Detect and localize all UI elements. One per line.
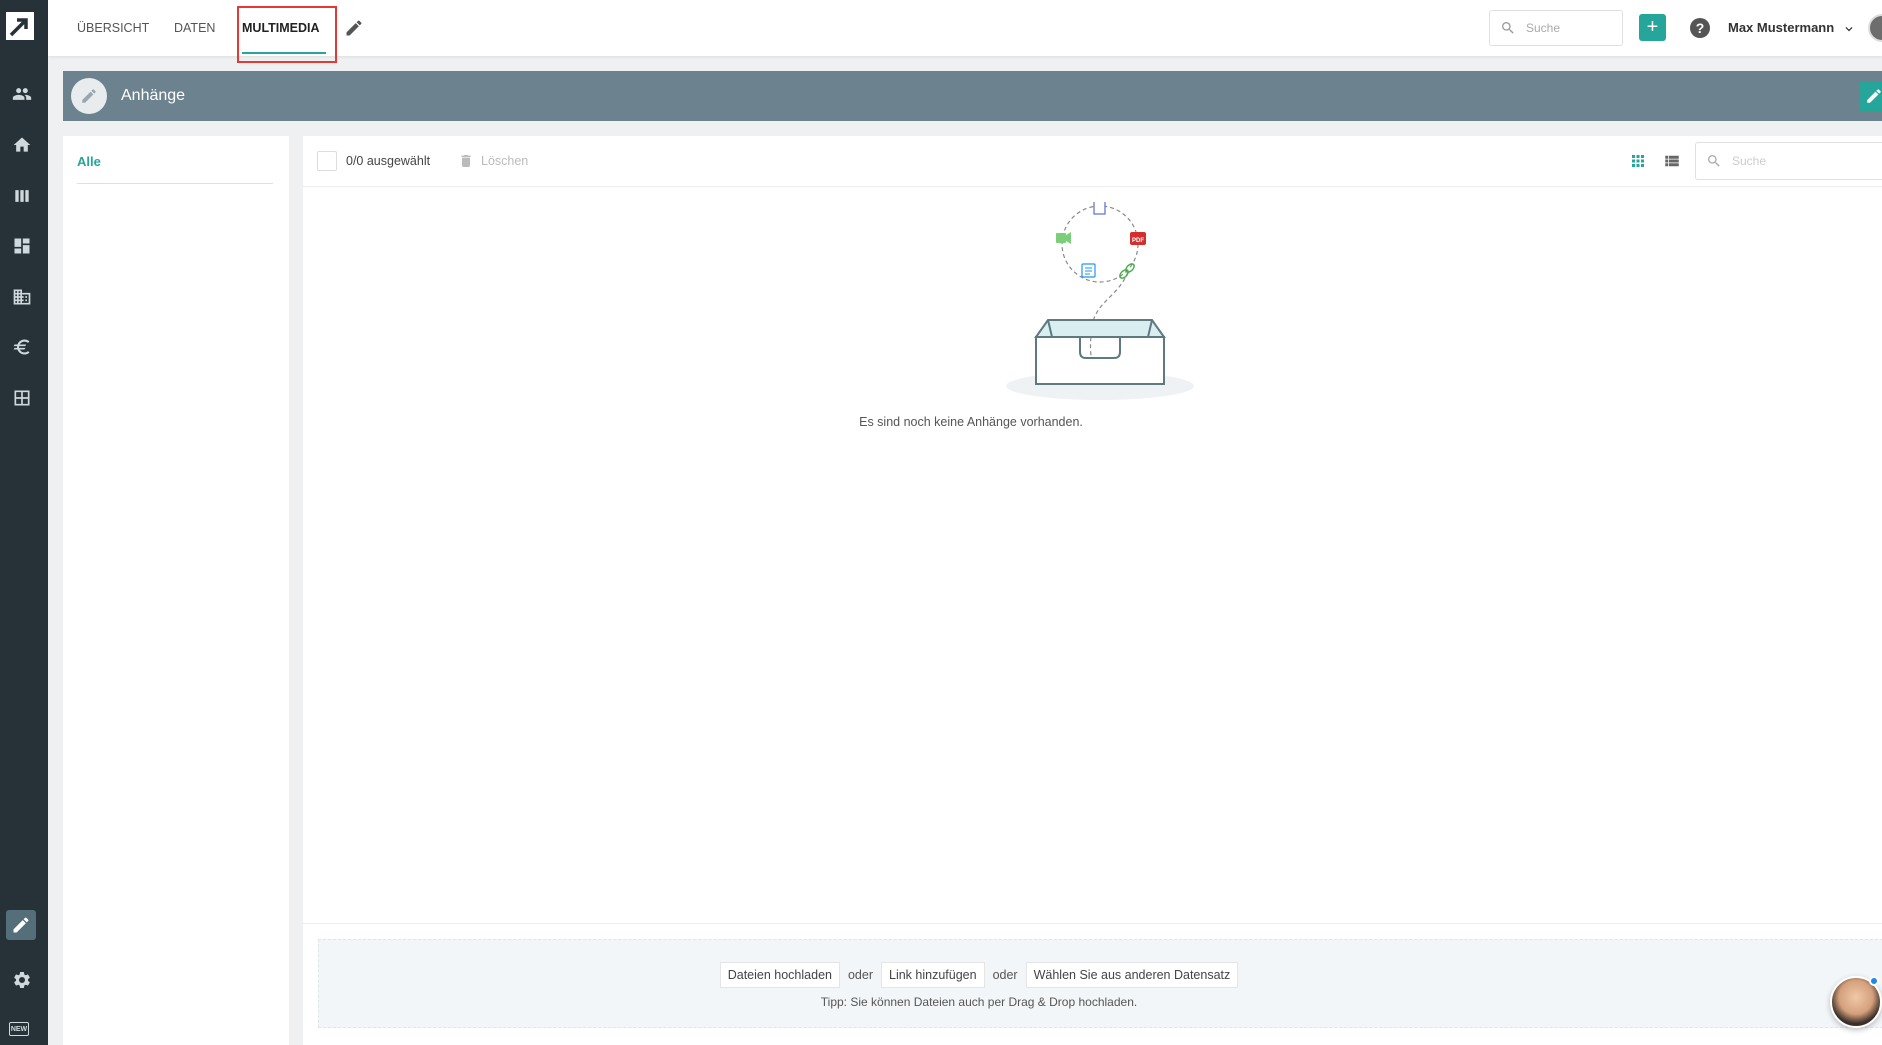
board-icon[interactable] — [10, 184, 34, 208]
pencil-icon — [1867, 89, 1881, 103]
add-link-button[interactable]: Link hinzufügen — [881, 962, 985, 988]
add-button[interactable]: + — [1639, 14, 1666, 41]
left-sidebar: NEW — [0, 0, 48, 1045]
new-badge[interactable]: NEW — [9, 1022, 29, 1036]
euro-icon[interactable] — [10, 335, 34, 359]
attachments-toolbar: 0/0 ausgewählt Löschen — [303, 136, 1882, 187]
section-header: Anhänge — [63, 71, 1882, 121]
upload-actions: Dateien hochladen oder Link hinzufügen oder… — [319, 962, 1882, 988]
trash-icon[interactable] — [458, 153, 474, 169]
chevron-down-icon[interactable] — [1842, 22, 1856, 36]
upload-dropzone[interactable]: Dateien hochladen oder Link hinzufügen oder… — [318, 939, 1882, 1028]
select-all-checkbox[interactable] — [317, 151, 337, 171]
empty-inbox-illustration: PDF — [1006, 202, 1194, 400]
company-icon[interactable] — [10, 285, 34, 309]
logo-icon[interactable] — [6, 12, 34, 40]
dashboard-icon[interactable] — [10, 234, 34, 258]
filter-panel: Alle — [63, 136, 289, 1045]
search-icon — [1708, 155, 1720, 167]
upload-tip: Tipp: Sie können Dateien auch per Drag &… — [820, 995, 1138, 1009]
attachments-panel: 0/0 ausgewählt Löschen PDF — [303, 136, 1882, 1045]
pencil-icon — [71, 78, 107, 114]
delete-button[interactable]: Löschen — [481, 136, 528, 186]
user-avatar[interactable] — [1868, 14, 1882, 42]
attachments-search-input[interactable] — [1732, 154, 1882, 168]
choose-from-record-button[interactable]: Wählen Sie aus anderen Datensatz — [1025, 962, 1239, 988]
chat-notification-dot — [1869, 976, 1879, 986]
tab-daten[interactable]: DATEN — [174, 0, 215, 56]
upload-files-button[interactable]: Dateien hochladen — [719, 962, 840, 988]
home-icon[interactable] — [10, 133, 34, 157]
help-icon[interactable]: ? — [1690, 18, 1710, 38]
grid-apps-icon[interactable] — [10, 386, 34, 410]
global-search-input[interactable] — [1526, 21, 1616, 35]
empty-state-message: Es sind noch keine Anhänge vorhanden. — [859, 415, 1083, 429]
tab-uebersicht[interactable]: ÜBERSICHT — [77, 0, 149, 56]
divider — [77, 183, 273, 184]
filter-item-alle[interactable]: Alle — [77, 154, 101, 169]
section-title: Anhänge — [121, 87, 186, 104]
edit-tabs-icon[interactable] — [344, 18, 364, 38]
grid-view-icon[interactable] — [1629, 152, 1647, 170]
search-icon — [1502, 22, 1514, 34]
attachments-search[interactable] — [1695, 142, 1882, 180]
contacts-icon[interactable] — [10, 82, 34, 106]
file-icon — [1093, 202, 1106, 215]
user-menu[interactable]: Max Mustermann — [1728, 0, 1834, 56]
global-search[interactable] — [1489, 10, 1623, 46]
list-view-icon[interactable] — [1663, 152, 1681, 170]
top-bar: ÜBERSICHT DATEN MULTIMEDIA + ? Max Muste… — [48, 0, 1882, 63]
highlight-annotation — [237, 6, 337, 63]
section-edit-button[interactable] — [1859, 81, 1882, 111]
divider — [303, 923, 1882, 924]
video-icon — [1056, 233, 1066, 243]
settings-gear-icon[interactable] — [10, 968, 34, 992]
edit-mode-icon[interactable] — [6, 910, 36, 940]
svg-text:PDF: PDF — [1132, 238, 1144, 244]
selection-count: 0/0 ausgewählt — [346, 154, 431, 168]
